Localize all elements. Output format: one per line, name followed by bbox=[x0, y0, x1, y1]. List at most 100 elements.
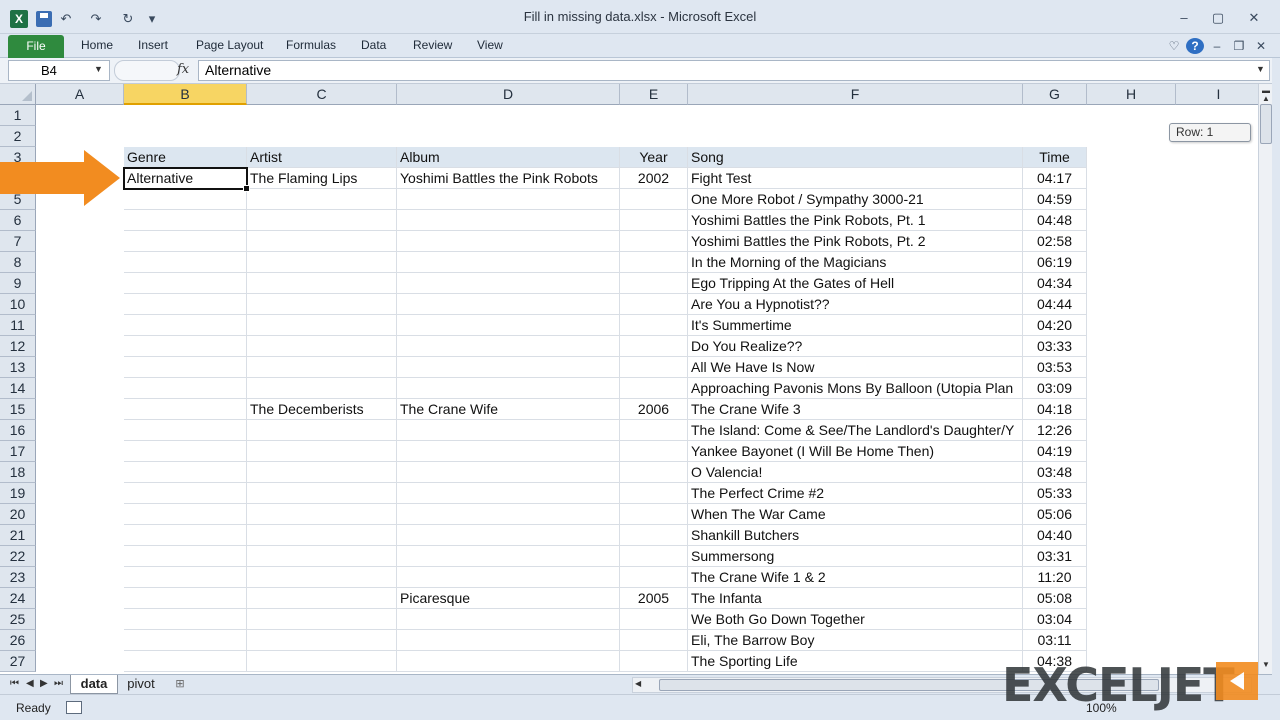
minimize-icon[interactable]: – bbox=[1172, 8, 1196, 28]
row-header-2[interactable]: 2 bbox=[0, 126, 36, 147]
table-cell[interactable] bbox=[124, 630, 247, 651]
name-box-dropdown-icon[interactable]: ▼ bbox=[94, 64, 103, 74]
row-header-10[interactable]: 10 bbox=[0, 294, 36, 315]
tab-file[interactable]: File bbox=[8, 35, 64, 58]
table-cell[interactable]: Do You Realize?? bbox=[688, 336, 1023, 357]
table-cell[interactable] bbox=[620, 525, 688, 546]
table-cell[interactable]: The Decemberists bbox=[247, 399, 397, 420]
table-cell[interactable]: It's Summertime bbox=[688, 315, 1023, 336]
table-cell[interactable]: 05:33 bbox=[1023, 483, 1087, 504]
table-cell[interactable]: Fight Test bbox=[688, 168, 1023, 189]
table-cell[interactable]: 04:40 bbox=[1023, 525, 1087, 546]
table-cell[interactable] bbox=[247, 588, 397, 609]
table-cell[interactable] bbox=[247, 651, 397, 672]
table-cell[interactable] bbox=[247, 567, 397, 588]
row-header-17[interactable]: 17 bbox=[0, 441, 36, 462]
table-cell[interactable]: 05:06 bbox=[1023, 504, 1087, 525]
table-cell[interactable]: 04:59 bbox=[1023, 189, 1087, 210]
row-header-9[interactable]: 9 bbox=[0, 273, 36, 294]
table-cell[interactable] bbox=[620, 210, 688, 231]
table-header-cell[interactable]: Album bbox=[397, 147, 620, 168]
macro-record-icon[interactable] bbox=[66, 701, 82, 714]
table-cell[interactable] bbox=[124, 231, 247, 252]
table-cell[interactable] bbox=[247, 609, 397, 630]
table-cell[interactable]: 2006 bbox=[620, 399, 688, 420]
table-cell[interactable]: 12:26 bbox=[1023, 420, 1087, 441]
sheet-tab-data[interactable]: data bbox=[70, 675, 118, 694]
last-sheet-icon[interactable]: ⏭ bbox=[54, 678, 63, 689]
table-cell[interactable]: The Flaming Lips bbox=[247, 168, 397, 189]
table-cell[interactable]: Yoshimi Battles the Pink Robots bbox=[397, 168, 620, 189]
close-icon[interactable]: ✕ bbox=[1242, 8, 1266, 28]
row-header-12[interactable]: 12 bbox=[0, 336, 36, 357]
table-cell[interactable] bbox=[620, 441, 688, 462]
table-cell[interactable] bbox=[247, 525, 397, 546]
tab-page-layout[interactable]: Page Layout bbox=[196, 38, 263, 52]
tab-review[interactable]: Review bbox=[413, 38, 452, 52]
table-cell[interactable]: 03:11 bbox=[1023, 630, 1087, 651]
table-header-cell[interactable]: Artist bbox=[247, 147, 397, 168]
help-icon[interactable]: ? bbox=[1186, 38, 1204, 54]
table-cell[interactable]: Yankee Bayonet (I Will Be Home Then) bbox=[688, 441, 1023, 462]
table-cell[interactable] bbox=[620, 462, 688, 483]
row-header-22[interactable]: 22 bbox=[0, 546, 36, 567]
table-cell[interactable]: 06:19 bbox=[1023, 252, 1087, 273]
row-header-1[interactable]: 1 bbox=[0, 105, 36, 126]
table-cell[interactable]: The Crane Wife 3 bbox=[688, 399, 1023, 420]
table-cell[interactable] bbox=[397, 462, 620, 483]
table-cell[interactable]: Ego Tripping At the Gates of Hell bbox=[688, 273, 1023, 294]
table-cell[interactable] bbox=[397, 609, 620, 630]
table-cell[interactable]: The Crane Wife 1 & 2 bbox=[688, 567, 1023, 588]
ribbon-collapse-icon[interactable]: ♡ bbox=[1165, 38, 1183, 54]
table-cell[interactable]: Yoshimi Battles the Pink Robots, Pt. 1 bbox=[688, 210, 1023, 231]
table-cell[interactable] bbox=[247, 378, 397, 399]
column-header-e[interactable]: E bbox=[620, 84, 688, 105]
table-cell[interactable] bbox=[397, 630, 620, 651]
table-cell[interactable]: When The War Came bbox=[688, 504, 1023, 525]
table-cell[interactable]: The Perfect Crime #2 bbox=[688, 483, 1023, 504]
table-cell[interactable]: 04:19 bbox=[1023, 441, 1087, 462]
table-cell[interactable]: The Island: Come & See/The Landlord's Da… bbox=[688, 420, 1023, 441]
table-cell[interactable] bbox=[247, 273, 397, 294]
table-cell[interactable] bbox=[124, 399, 247, 420]
table-cell[interactable] bbox=[247, 462, 397, 483]
table-cell[interactable]: Shankill Butchers bbox=[688, 525, 1023, 546]
table-cell[interactable]: 04:34 bbox=[1023, 273, 1087, 294]
table-cell[interactable] bbox=[397, 441, 620, 462]
table-cell[interactable] bbox=[124, 441, 247, 462]
table-cell[interactable] bbox=[397, 336, 620, 357]
table-cell[interactable] bbox=[247, 252, 397, 273]
column-header-h[interactable]: H bbox=[1087, 84, 1176, 105]
tab-formulas[interactable]: Formulas bbox=[286, 38, 336, 52]
insert-sheet-icon[interactable]: ⊞ bbox=[172, 677, 188, 691]
column-header-a[interactable]: A bbox=[36, 84, 124, 105]
table-cell[interactable] bbox=[397, 294, 620, 315]
column-header-c[interactable]: C bbox=[247, 84, 397, 105]
table-cell[interactable] bbox=[620, 378, 688, 399]
row-header-8[interactable]: 8 bbox=[0, 252, 36, 273]
table-cell[interactable]: Picaresque bbox=[397, 588, 620, 609]
table-cell[interactable] bbox=[397, 420, 620, 441]
row-header-23[interactable]: 23 bbox=[0, 567, 36, 588]
table-cell[interactable]: 04:44 bbox=[1023, 294, 1087, 315]
table-cell[interactable] bbox=[124, 189, 247, 210]
table-cell[interactable] bbox=[620, 189, 688, 210]
table-cell[interactable] bbox=[397, 378, 620, 399]
table-cell[interactable] bbox=[620, 567, 688, 588]
table-cell[interactable] bbox=[620, 252, 688, 273]
table-cell[interactable] bbox=[620, 420, 688, 441]
row-header-24[interactable]: 24 bbox=[0, 588, 36, 609]
table-cell[interactable] bbox=[124, 609, 247, 630]
table-cell[interactable] bbox=[247, 420, 397, 441]
table-cell[interactable]: O Valencia! bbox=[688, 462, 1023, 483]
table-cell[interactable] bbox=[620, 315, 688, 336]
table-cell[interactable]: 2002 bbox=[620, 168, 688, 189]
table-cell[interactable] bbox=[124, 252, 247, 273]
table-cell[interactable]: 2005 bbox=[620, 588, 688, 609]
row-header-13[interactable]: 13 bbox=[0, 357, 36, 378]
table-cell[interactable] bbox=[247, 483, 397, 504]
row-header-26[interactable]: 26 bbox=[0, 630, 36, 651]
row-header-7[interactable]: 7 bbox=[0, 231, 36, 252]
table-header-cell[interactable]: Time bbox=[1023, 147, 1087, 168]
row-header-25[interactable]: 25 bbox=[0, 609, 36, 630]
